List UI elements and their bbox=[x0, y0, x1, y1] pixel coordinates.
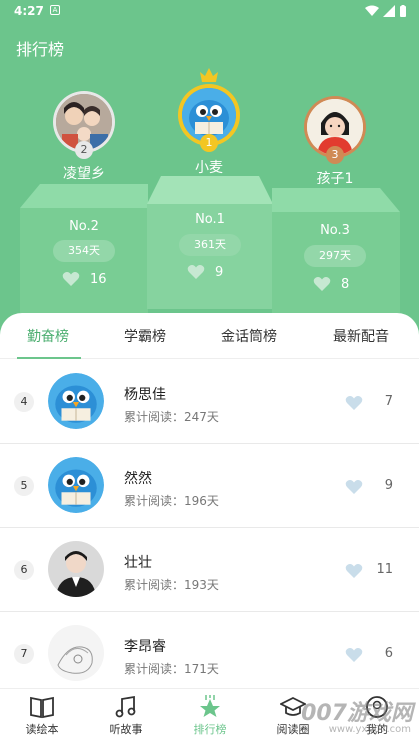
heart-icon bbox=[62, 272, 80, 286]
second-place-days: 354天 bbox=[53, 240, 115, 262]
heart-icon[interactable] bbox=[345, 563, 363, 579]
tab-active-indicator bbox=[17, 357, 81, 359]
nav-label: 读绘本 bbox=[25, 723, 59, 736]
heart-icon[interactable] bbox=[345, 479, 363, 495]
list-rank: 4 bbox=[14, 392, 34, 412]
list-rank: 6 bbox=[14, 560, 34, 580]
second-place-likes-count: 16 bbox=[90, 271, 107, 287]
list-item[interactable]: 7 李昂睿 累计阅读：171天 6 bbox=[0, 612, 419, 696]
list-likes-count: 7 bbox=[384, 394, 393, 409]
music-note-icon bbox=[115, 695, 136, 718]
bird-avatar-icon bbox=[48, 373, 104, 429]
tab-top-student[interactable]: 学霸榜 bbox=[124, 326, 166, 346]
list-rank: 7 bbox=[14, 644, 34, 664]
list-read-days: 累计阅读：193天 bbox=[124, 578, 219, 592]
third-place-likes: 8 bbox=[313, 276, 349, 292]
list-rank: 5 bbox=[14, 476, 34, 496]
second-place-label: No.2 bbox=[69, 219, 99, 234]
list-name: 然然 bbox=[124, 471, 152, 487]
ranking-tabs: 勤奋榜 学霸榜 金话筒榜 最新配音 bbox=[0, 313, 419, 359]
first-place-days: 361天 bbox=[179, 234, 241, 256]
nav-label: 听故事 bbox=[109, 723, 143, 736]
tab-golden-mic[interactable]: 金话筒榜 bbox=[221, 326, 277, 346]
book-icon bbox=[30, 696, 54, 719]
wifi-icon bbox=[365, 5, 379, 16]
nav-label: 排行榜 bbox=[193, 723, 227, 736]
second-place-rank-badge: 2 bbox=[75, 141, 93, 159]
nav-rankings[interactable]: 排行榜 bbox=[175, 695, 245, 737]
page-title: 排行榜 bbox=[16, 40, 65, 59]
avatar bbox=[48, 625, 104, 681]
crown-icon bbox=[200, 68, 218, 82]
avatar bbox=[48, 373, 104, 429]
list-name: 杨思佳 bbox=[124, 387, 166, 403]
first-place-rank-badge: 1 bbox=[200, 134, 218, 152]
list-likes-count: 9 bbox=[384, 478, 393, 493]
watermark-logo: 007游戏网 bbox=[301, 701, 413, 726]
sketch-avatar bbox=[48, 625, 104, 681]
podium-top-right bbox=[272, 188, 400, 212]
list-read-days: 累计阅读：196天 bbox=[124, 494, 219, 508]
third-place-name: 孩子1 bbox=[316, 171, 354, 187]
first-place-name: 小麦 bbox=[195, 160, 223, 176]
heart-icon[interactable] bbox=[345, 647, 363, 663]
heart-icon[interactable] bbox=[345, 395, 363, 411]
heart-icon bbox=[313, 277, 331, 291]
nav-picture-books[interactable]: 读绘本 bbox=[7, 695, 77, 737]
battery-icon bbox=[400, 5, 406, 17]
list-item[interactable]: 4 杨思佳 累计阅读：247天 7 bbox=[0, 360, 419, 444]
second-place-name: 凌望乡 bbox=[63, 166, 105, 182]
avatar bbox=[48, 457, 104, 513]
list-item[interactable]: 6 壮壮 累计阅读：193天 11 bbox=[0, 528, 419, 612]
podium-top-left bbox=[20, 184, 148, 208]
list-name: 李昂睿 bbox=[124, 639, 166, 655]
list-read-days: 累计阅读：247天 bbox=[124, 410, 219, 424]
list-name: 壮壮 bbox=[124, 555, 152, 571]
list-read-days: 累计阅读：171天 bbox=[124, 662, 219, 676]
third-place-label: No.3 bbox=[320, 223, 350, 238]
third-place-rank-badge: 3 bbox=[326, 146, 344, 164]
tab-diligence[interactable]: 勤奋榜 bbox=[27, 326, 69, 346]
status-bar: 4:27 A bbox=[0, 0, 419, 24]
first-place-label: No.1 bbox=[195, 212, 225, 227]
tab-latest-dubbing[interactable]: 最新配音 bbox=[333, 326, 389, 346]
list-likes-count: 6 bbox=[384, 646, 393, 661]
portrait-photo-avatar bbox=[48, 541, 104, 597]
bird-avatar-icon bbox=[48, 457, 104, 513]
signal-icon bbox=[383, 5, 395, 17]
first-place-likes: 9 bbox=[187, 264, 223, 280]
third-place-likes-count: 8 bbox=[341, 276, 350, 292]
first-place-likes-count: 9 bbox=[215, 264, 224, 280]
list-likes-count: 11 bbox=[376, 562, 393, 577]
podium-top-center bbox=[147, 176, 273, 204]
status-time: 4:27 bbox=[14, 4, 44, 18]
status-icons bbox=[365, 5, 407, 17]
list-item[interactable]: 5 然然 累计阅读：196天 9 bbox=[0, 444, 419, 528]
star-icon bbox=[200, 695, 220, 717]
avatar bbox=[48, 541, 104, 597]
heart-icon bbox=[187, 265, 205, 279]
notification-a-icon: A bbox=[50, 5, 60, 15]
watermark-url: www.yx007.com bbox=[328, 724, 411, 735]
second-place-likes: 16 bbox=[62, 271, 107, 287]
nav-stories[interactable]: 听故事 bbox=[91, 695, 161, 737]
third-place-days: 297天 bbox=[304, 245, 366, 267]
